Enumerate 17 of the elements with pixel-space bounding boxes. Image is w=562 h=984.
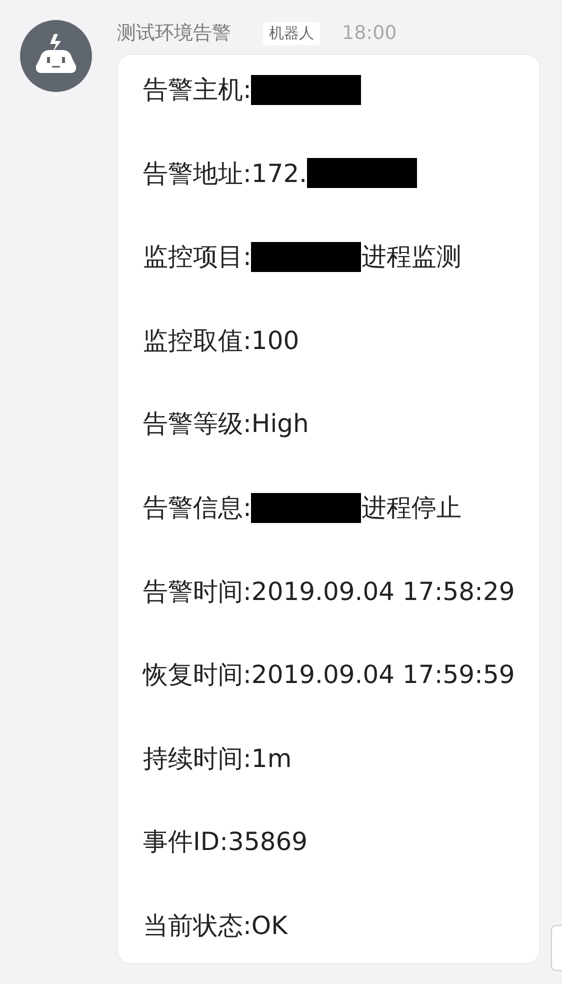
bot-badge: 机器人	[263, 22, 320, 44]
alert-field-text: 告警时间:2019.09.04 17:58:29	[143, 576, 515, 608]
alert-field-text: 告警地址:172.	[143, 158, 308, 190]
alert-field-text: 事件ID:35869	[143, 826, 308, 858]
robot-avatar-icon	[20, 20, 92, 92]
message-time: 18:00	[342, 22, 397, 44]
sender-name: 测试环境告警	[117, 21, 231, 46]
alert-field-text: 监控取值:100	[143, 324, 300, 357]
alert-field-text: 进程监测	[361, 241, 462, 274]
alert-field-text: 当前状态:OK	[143, 910, 288, 942]
alert-field-text: 告警信息:	[143, 492, 252, 524]
alert-field-text: 恢复时间:2019.09.04 17:59:59	[143, 659, 515, 692]
alert-field-text: 监控项目:	[143, 241, 252, 274]
alert-field-text: 进程停止	[361, 492, 462, 524]
alert-field-text: 持续时间:1m	[143, 742, 292, 775]
alert-field-text: 告警等级:High	[143, 408, 309, 440]
alert-field-text: 告警主机:	[143, 74, 252, 106]
